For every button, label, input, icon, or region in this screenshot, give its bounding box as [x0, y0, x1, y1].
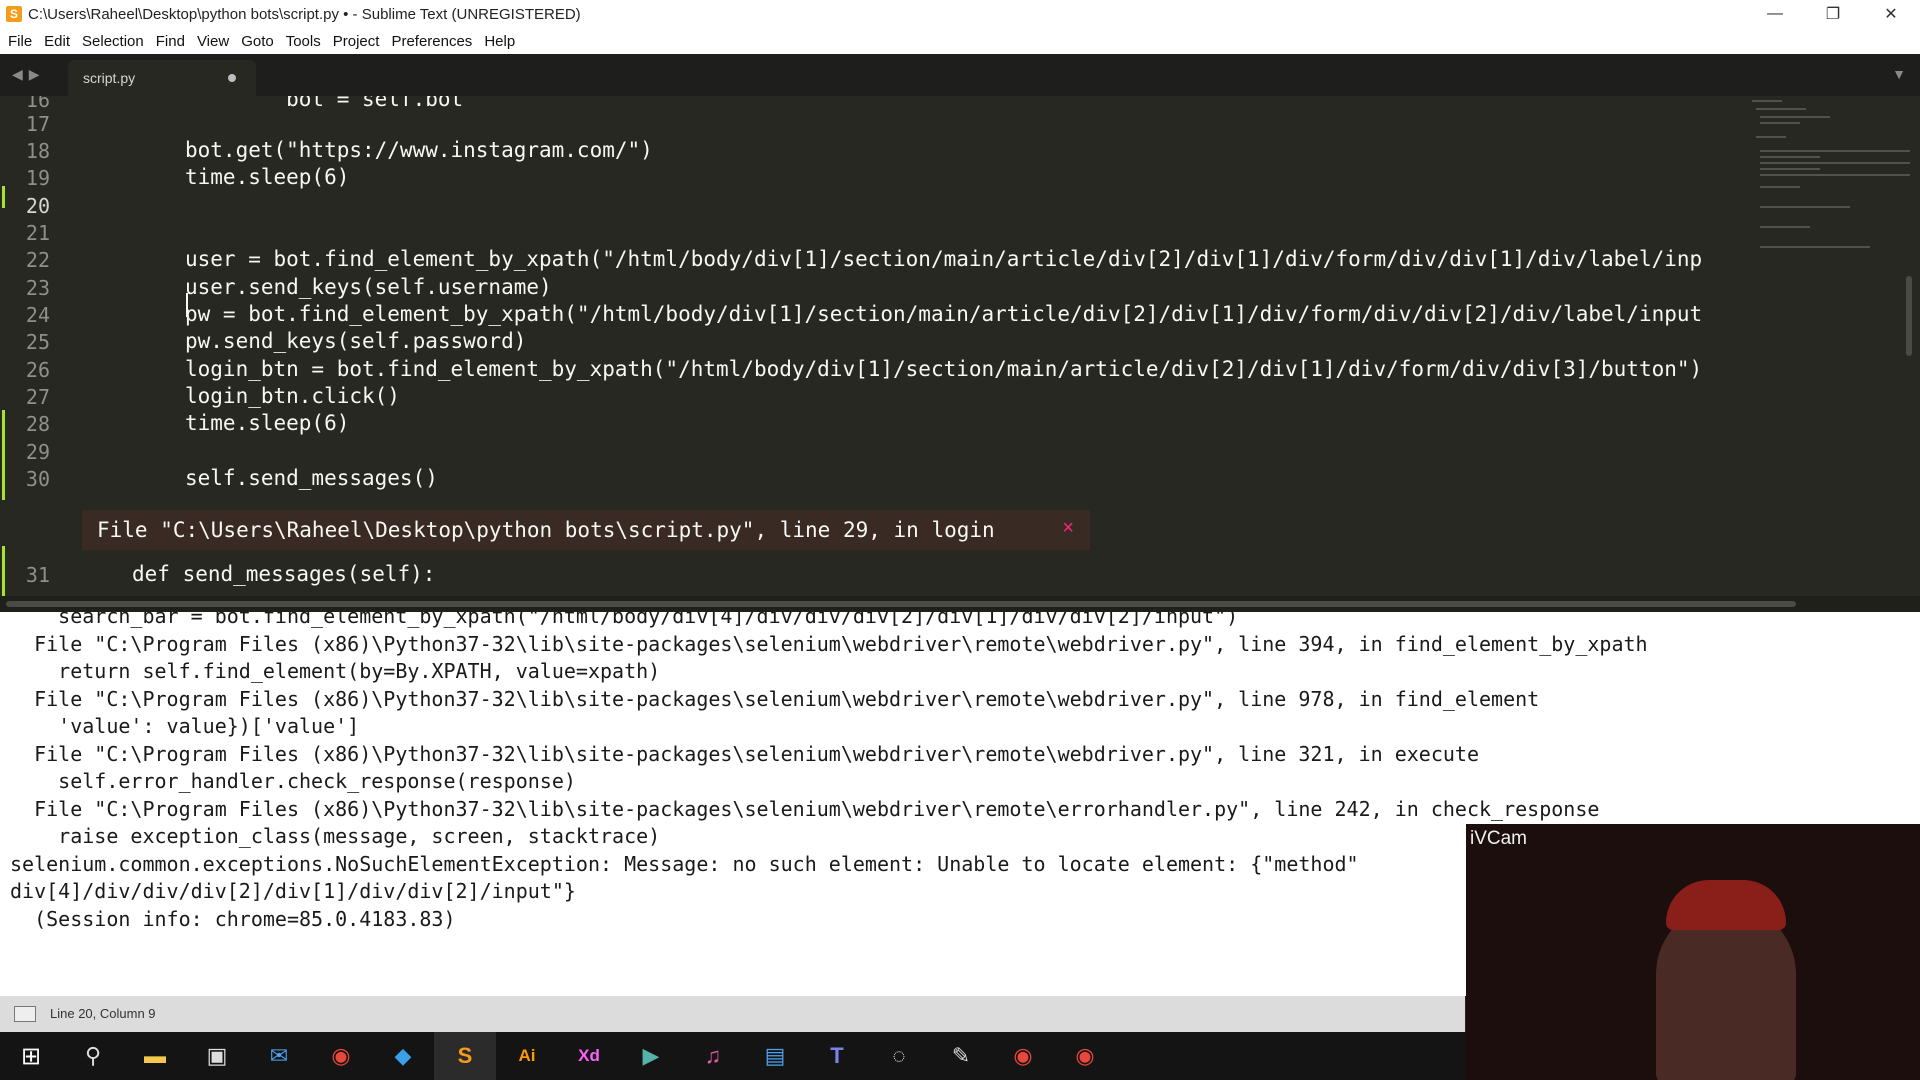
- tab-nav-arrows-icon[interactable]: ◀▶: [12, 66, 46, 83]
- line-number: 31: [25, 563, 50, 587]
- itunes-icon[interactable]: ♫: [682, 1032, 744, 1080]
- restore-button[interactable]: ❐: [1804, 0, 1862, 28]
- powershell-icon[interactable]: ▶: [620, 1032, 682, 1080]
- error-popup-text: File "C:\Users\Raheel\Desktop\python bot…: [97, 518, 995, 542]
- cursor-position: Line 20, Column 9: [50, 1006, 156, 1021]
- red-cap: [1666, 880, 1786, 930]
- person-silhouette: [1656, 904, 1796, 1080]
- console-line: div[4]/div/div/div[2]/div[1]/div/div[2]/…: [10, 879, 576, 903]
- menu-bar: File Edit Selection Find View Goto Tools…: [0, 28, 1920, 54]
- tab-list-chevron-icon[interactable]: ▼: [1892, 66, 1906, 82]
- menu-help[interactable]: Help: [484, 33, 515, 50]
- webcam-overlay: iVCam: [1466, 824, 1920, 1080]
- title-bar: S C:\Users\Raheel\Desktop\python bots\sc…: [0, 0, 1920, 28]
- line-number: 29: [25, 440, 50, 464]
- console-line: 'value': value})['value']: [10, 714, 360, 738]
- chrome-icon[interactable]: ◉: [310, 1032, 372, 1080]
- teams-icon[interactable]: T: [806, 1032, 868, 1080]
- scrollbar-thumb[interactable]: [6, 601, 1796, 607]
- tab-label: script.py: [83, 70, 136, 86]
- file-explorer-icon[interactable]: ▬: [124, 1032, 186, 1080]
- vertical-scrollbar[interactable]: [1906, 276, 1912, 356]
- code-line: time.sleep(6): [185, 411, 350, 435]
- close-button[interactable]: ✕: [1862, 0, 1920, 28]
- menu-file[interactable]: File: [8, 33, 32, 50]
- illustrator-icon[interactable]: Ai: [496, 1032, 558, 1080]
- tab-script-py[interactable]: script.py: [68, 60, 256, 96]
- line-number: 23: [25, 276, 50, 300]
- webcam-label: iVCam: [1470, 828, 1528, 849]
- console-line: selenium.common.exceptions.NoSuchElement…: [10, 852, 1359, 876]
- error-close-icon[interactable]: ×: [1062, 517, 1074, 540]
- line-number: 22: [25, 248, 50, 272]
- line-number: 20: [25, 194, 50, 218]
- console-line: File "C:\Program Files (x86)\Python37-32…: [10, 742, 1480, 766]
- code-line: login_btn.click(): [185, 384, 400, 408]
- code-line: def send_messages(self):: [132, 562, 436, 586]
- menu-project[interactable]: Project: [333, 33, 380, 50]
- line-number: 30: [25, 467, 50, 491]
- notepad-icon[interactable]: ✎: [930, 1032, 992, 1080]
- line-number: 21: [25, 221, 50, 245]
- messaging-icon[interactable]: ▤: [744, 1032, 806, 1080]
- menu-tools[interactable]: Tools: [286, 33, 321, 50]
- tab-bar: ◀▶ script.py ▼: [0, 54, 1920, 96]
- console-line: (Session info: chrome=85.0.4183.83): [10, 907, 456, 931]
- console-line: return self.find_element(by=By.XPATH, va…: [10, 659, 661, 683]
- code-line: login_btn = bot.find_element_by_xpath("/…: [185, 357, 1703, 381]
- console-line: File "C:\Program Files (x86)\Python37-32…: [10, 797, 1600, 821]
- code-line: user.send_keys(self.username): [185, 275, 552, 299]
- chrome-icon-3[interactable]: ◉: [1054, 1032, 1116, 1080]
- xd-icon[interactable]: Xd: [558, 1032, 620, 1080]
- console-line: File "C:\Program Files (x86)\Python37-32…: [10, 687, 1540, 711]
- line-number: 16: [25, 96, 50, 112]
- error-popup: File "C:\Users\Raheel\Desktop\python bot…: [82, 510, 1090, 550]
- minimize-button[interactable]: —: [1746, 0, 1804, 28]
- search-icon[interactable]: ⚲: [62, 1032, 124, 1080]
- windows-taskbar: ⊞ ⚲ ▬ ▣ ✉ ◉ ◆ S Ai Xd ▶ ♫ ▤ T ◌ ✎ ◉ ◉: [0, 1032, 1466, 1080]
- sublime-app-icon: S: [6, 6, 22, 22]
- unsaved-dot-icon[interactable]: [228, 74, 236, 82]
- chrome-icon-2[interactable]: ◉: [992, 1032, 1054, 1080]
- console-line: File "C:\Program Files (x86)\Python37-32…: [10, 632, 1648, 656]
- code-line: bot.get("https://www.instagram.com/"): [185, 138, 653, 162]
- line-gutter: 16 17 18 19 20 21 22 23 24 25 26 27 28 2…: [0, 96, 70, 596]
- vscode-icon[interactable]: ◆: [372, 1032, 434, 1080]
- console-line: raise exception_class(message, screen, s…: [10, 824, 661, 848]
- menu-preferences[interactable]: Preferences: [391, 33, 472, 50]
- menu-goto[interactable]: Goto: [241, 33, 274, 50]
- windows-start-icon[interactable]: ⊞: [0, 1032, 62, 1080]
- line-number: 28: [25, 412, 50, 436]
- line-number: 24: [25, 303, 50, 327]
- status-bar: Line 20, Column 9: [0, 996, 1465, 1032]
- line-number: 26: [25, 358, 50, 382]
- horizontal-scrollbar[interactable]: [0, 596, 1920, 612]
- menu-selection[interactable]: Selection: [82, 33, 144, 50]
- menu-find[interactable]: Find: [156, 33, 185, 50]
- console-toggle-icon[interactable]: [14, 1006, 36, 1022]
- console-line: search_bar = bot.find_element_by_xpath("…: [10, 612, 1239, 628]
- code-line: user = bot.find_element_by_xpath("/html/…: [185, 247, 1703, 271]
- console-line: self.error_handler.check_response(respon…: [10, 769, 576, 793]
- window-title: C:\Users\Raheel\Desktop\python bots\scri…: [28, 5, 581, 23]
- obs-icon[interactable]: ◌: [868, 1032, 930, 1080]
- store-icon[interactable]: ▣: [186, 1032, 248, 1080]
- minimap[interactable]: [1748, 96, 1910, 266]
- code-line: pw = bot.find_element_by_xpath("/html/bo…: [185, 302, 1703, 326]
- line-number: 25: [25, 330, 50, 354]
- code-line: time.sleep(6): [185, 165, 350, 189]
- menu-edit[interactable]: Edit: [44, 33, 70, 50]
- menu-view[interactable]: View: [197, 33, 229, 50]
- line-number: 19: [25, 166, 50, 190]
- mail-icon[interactable]: ✉: [248, 1032, 310, 1080]
- code-line: self.send_messages(): [185, 466, 438, 490]
- text-cursor: [186, 293, 188, 317]
- line-number: 17: [25, 112, 50, 136]
- code-line: bot = self.bot: [185, 96, 464, 111]
- line-number: 18: [25, 139, 50, 163]
- line-number: 27: [25, 385, 50, 409]
- code-line: pw.send_keys(self.password): [185, 329, 527, 353]
- sublime-icon[interactable]: S: [434, 1032, 496, 1080]
